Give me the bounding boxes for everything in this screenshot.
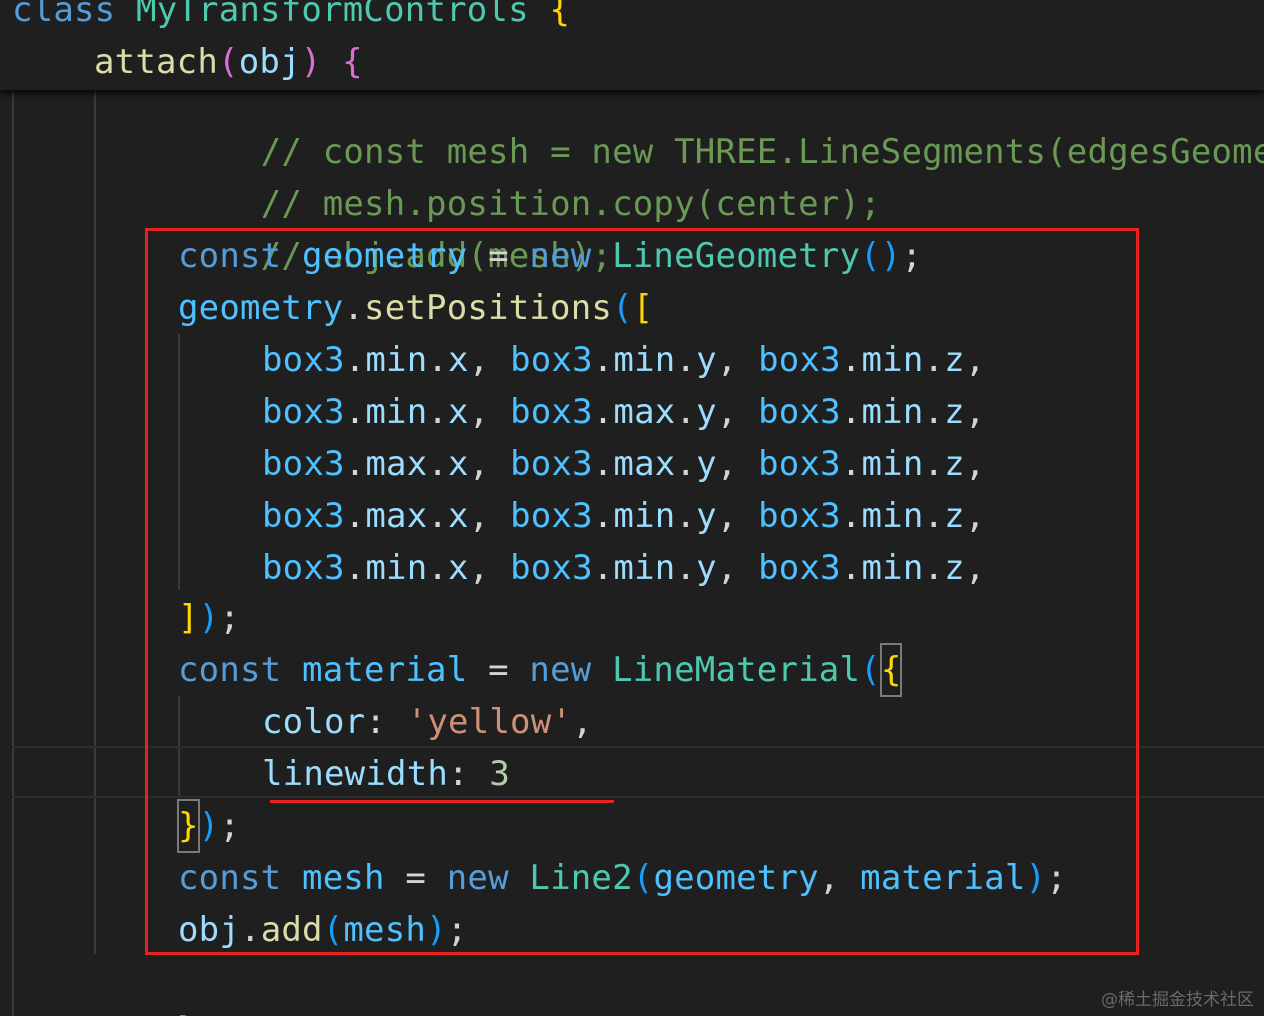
open-paren: (	[218, 42, 239, 82]
code-line-comment-3[interactable]: // obj.add(mesh);	[178, 178, 612, 276]
code-line-comment-2[interactable]: // mesh.position.copy(center);	[178, 126, 881, 224]
keyword-class: class	[12, 0, 116, 30]
parameter: obj	[238, 42, 301, 82]
open-brace: {	[342, 42, 363, 82]
red-underline	[270, 800, 614, 803]
sticky-method-line[interactable]: attach(obj) {	[94, 36, 363, 88]
code-line-closing-brace[interactable]: }	[94, 952, 197, 1016]
method-name: attach	[94, 42, 219, 82]
indent-guide	[94, 90, 96, 954]
close-brace: }	[177, 1010, 198, 1016]
close-paren: )	[300, 42, 322, 82]
class-name: MyTransformControls	[136, 0, 529, 30]
open-brace: {	[549, 0, 571, 30]
red-highlight-box	[145, 228, 1139, 955]
indent-guide	[12, 90, 14, 1016]
code-editor[interactable]: // const mesh = new THREE.LineSegments(e…	[0, 0, 1264, 1016]
watermark: @稀土掘金技术社区	[1101, 990, 1254, 1010]
sticky-class-line[interactable]: class MyTransformControls {	[12, 0, 570, 36]
sticky-scroll-header[interactable]: class MyTransformControls { attach(obj) …	[0, 0, 1264, 90]
